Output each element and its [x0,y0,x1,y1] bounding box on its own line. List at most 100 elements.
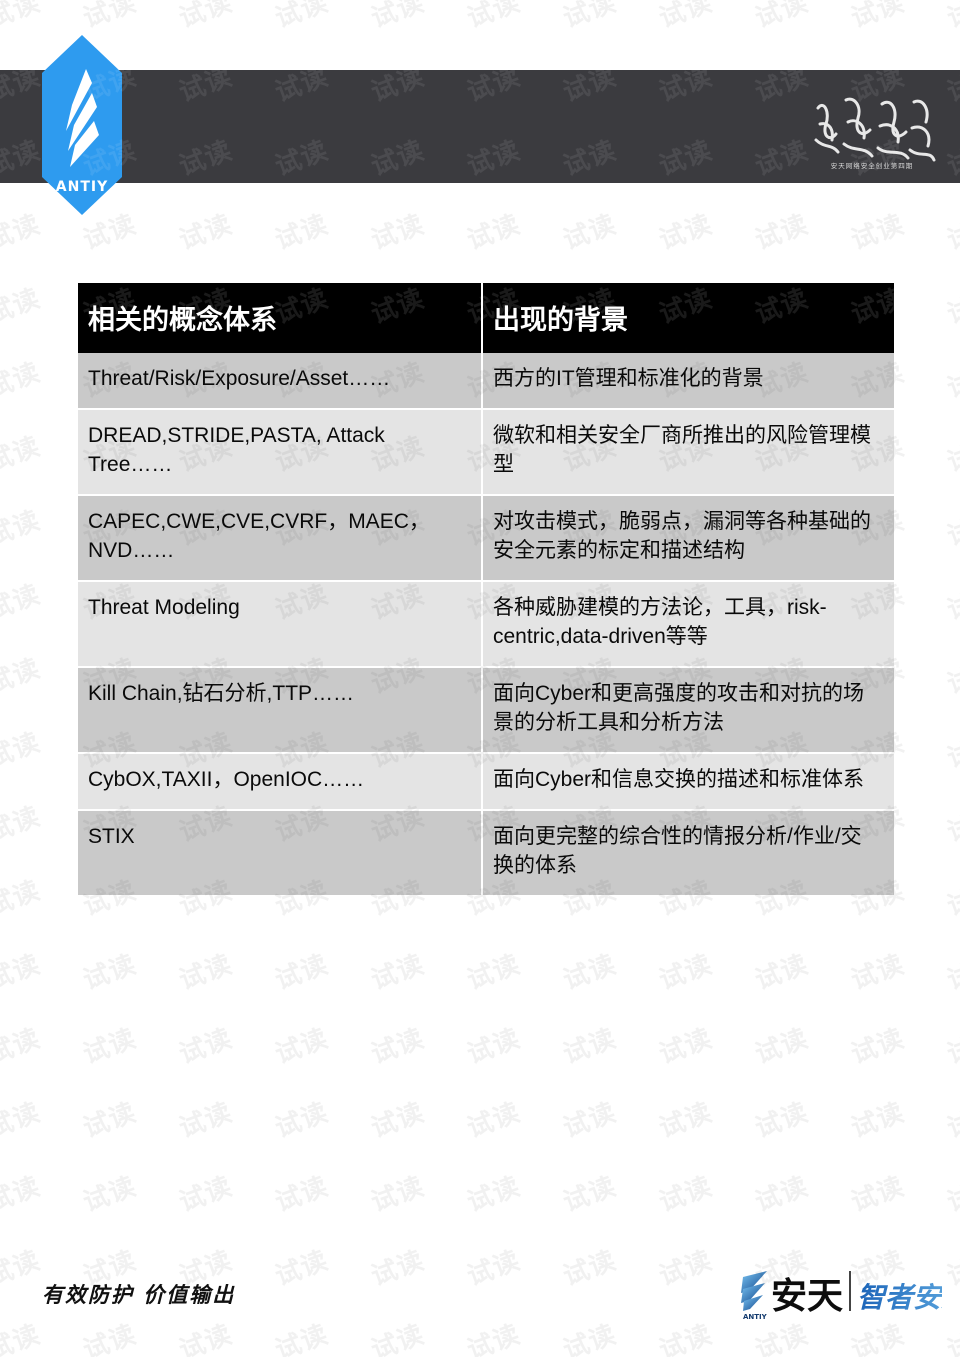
cell-concept: Threat/Risk/Exposure/Asset…… [78,353,483,410]
watermark-text: 试读 [943,357,960,405]
watermark-text: 试读 [943,431,960,479]
watermark-text: 试读 [559,0,621,35]
watermark-text: 试读 [559,1097,621,1145]
antiy-footer-logo: ANTIY 安天 智者安天下 [737,1261,960,1323]
watermark-text: 试读 [271,1171,333,1219]
cell-concept: Kill Chain,钻石分析,TTP…… [78,666,483,754]
watermark-text: 试读 [751,0,813,35]
watermark-text: 试读 [943,0,960,35]
watermark-text: 试读 [271,1023,333,1071]
cell-background: 面向Cyber和信息交换的描述和标准体系 [482,752,894,811]
table-row: CAPEC,CWE,CVE,CVRF，MAEC，NVD…… 对攻击模式，脆弱点，漏… [78,494,894,582]
svg-text:ANTIY: ANTIY [56,179,108,195]
footer: 有效防护 价值输出 ANTIY 安天 智者安天下 [0,1247,960,1357]
watermark-text: 试读 [655,949,717,997]
watermark-text: 试读 [0,357,45,405]
watermark-text: 试读 [943,949,960,997]
watermark-text: 试读 [751,209,813,257]
watermark-text: 试读 [463,1171,525,1219]
watermark-text: 试读 [0,505,45,553]
watermark-text: 试读 [943,653,960,701]
watermark-text: 试读 [847,209,909,257]
watermark-text: 试读 [847,1171,909,1219]
footer-slogan: 有效防护 价值输出 [42,1283,236,1307]
table-row: Kill Chain,钻石分析,TTP…… 面向Cyber和更高强度的攻击和对抗的… [78,666,894,754]
watermark-text: 试读 [943,283,960,331]
watermark-text: 试读 [0,1023,45,1071]
watermark-text: 试读 [463,0,525,35]
watermark-text: 试读 [271,209,333,257]
watermark-text: 试读 [0,875,45,923]
watermark-text: 试读 [271,1097,333,1145]
watermark-text: 试读 [367,949,429,997]
cell-background: 面向Cyber和更高强度的攻击和对抗的场景的分析工具和分析方法 [482,666,894,754]
watermark-text: 试读 [943,505,960,553]
watermark-text: 试读 [751,1171,813,1219]
watermark-text: 试读 [271,0,333,35]
watermark-text: 试读 [0,209,45,257]
watermark-text: 试读 [367,1171,429,1219]
cell-concept: CAPEC,CWE,CVE,CVRF，MAEC，NVD…… [78,494,483,582]
watermark-text: 试读 [655,1023,717,1071]
column-header-background: 出现的背景 [482,283,894,353]
concepts-table: 相关的概念体系 出现的背景 Threat/Risk/Exposure/Asset… [78,283,894,897]
cell-background: 各种威胁建模的方法论，工具，risk-centric,data-driven等等 [482,580,894,668]
watermark-text: 试读 [943,801,960,849]
watermark-text: 试读 [79,1023,141,1071]
watermark-text: 试读 [367,1097,429,1145]
watermark-text: 试读 [367,209,429,257]
watermark-text: 试读 [751,1097,813,1145]
watermark-text: 试读 [463,1097,525,1145]
cell-background: 对攻击模式，脆弱点，漏洞等各种基础的安全元素的标定和描述结构 [482,494,894,582]
watermark-text: 试读 [943,1023,960,1071]
watermark-text: 试读 [0,653,45,701]
table-row: CybOX,TAXII，OpenIOC…… 面向Cyber和信息交换的描述和标准体… [78,752,894,811]
cell-background: 面向更完整的综合性的情报分析/作业/交换的体系 [482,809,894,897]
svg-text:智者安天下: 智者安天下 [857,1281,942,1314]
watermark-text: 试读 [655,1097,717,1145]
watermark-text: 试读 [0,283,45,331]
watermark-text: 试读 [175,0,237,35]
table-row: STIX 面向更完整的综合性的情报分析/作业/交换的体系 [78,809,894,897]
antiy-logo: ANTIY [42,35,122,215]
watermark-text: 试读 [943,1097,960,1145]
watermark-text: 试读 [559,1171,621,1219]
watermark-text: 试读 [175,1023,237,1071]
watermark-text: 试读 [463,949,525,997]
table-header-row: 相关的概念体系 出现的背景 [78,283,894,353]
watermark-text: 试读 [0,579,45,627]
cell-concept: CybOX,TAXII，OpenIOC…… [78,752,483,811]
watermark-text: 试读 [79,949,141,997]
cell-concept: STIX [78,809,483,897]
cell-concept: Threat Modeling [78,580,483,668]
watermark-text: 试读 [367,1023,429,1071]
watermark-text: 试读 [559,949,621,997]
watermark-text: 试读 [847,1023,909,1071]
table-row: Threat Modeling 各种威胁建模的方法论，工具，risk-centri… [78,580,894,668]
cell-background: 微软和相关安全厂商所推出的风险管理模型 [482,408,894,496]
watermark-text: 试读 [943,209,960,257]
watermark-text: 试读 [655,1171,717,1219]
watermark-text: 试读 [79,1097,141,1145]
watermark-text: 试读 [0,727,45,775]
watermark-text: 试读 [175,949,237,997]
watermark-text: 试读 [847,1097,909,1145]
watermark-text: 试读 [943,579,960,627]
watermark-text: 试读 [559,209,621,257]
watermark-text: 试读 [0,949,45,997]
watermark-text: 试读 [751,1023,813,1071]
watermark-text: 试读 [655,209,717,257]
svg-text:ANTIY: ANTIY [743,1313,768,1321]
table-row: Threat/Risk/Exposure/Asset…… 西方的IT管理和标准化的… [78,353,894,410]
watermark-text: 试读 [0,1097,45,1145]
watermark-text: 试读 [463,209,525,257]
watermark-text: 试读 [847,0,909,35]
table-row: DREAD,STRIDE,PASTA, Attack Tree…… 微软和相关安全… [78,408,894,496]
watermark-text: 试读 [463,1023,525,1071]
watermark-text: 试读 [175,1171,237,1219]
watermark-text: 试读 [367,0,429,35]
svg-text:安天: 安天 [771,1276,843,1317]
watermark-text: 试读 [655,0,717,35]
watermark-text: 试读 [0,801,45,849]
cell-concept: DREAD,STRIDE,PASTA, Attack Tree…… [78,408,483,496]
